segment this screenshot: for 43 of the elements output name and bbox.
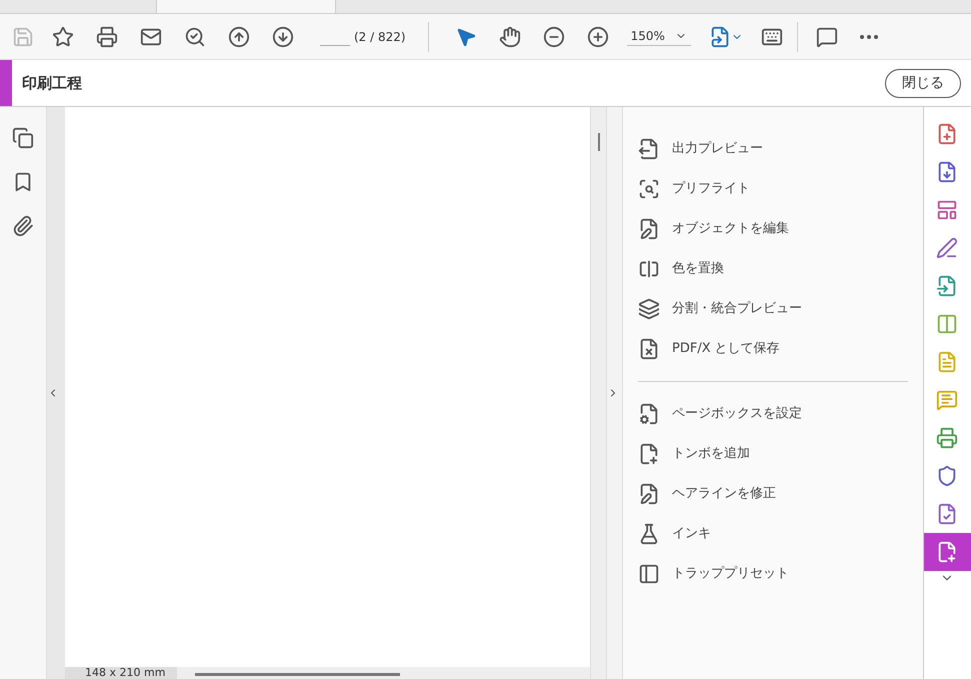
- plus-icon: [586, 26, 609, 48]
- tool-list-item[interactable]: 出力プレビュー: [638, 129, 908, 169]
- more-icon: [860, 34, 878, 38]
- split-square-icon: [638, 258, 660, 280]
- zoom-dropdown[interactable]: 150%: [626, 27, 691, 46]
- page-size-label: 148 x 210 mm: [65, 667, 177, 679]
- tool-list-item[interactable]: PDF/X として保存: [638, 329, 908, 369]
- vertical-scrollbar[interactable]: [598, 133, 600, 151]
- star-icon: [52, 26, 74, 48]
- hand-icon: [498, 26, 521, 48]
- tool-rail-button[interactable]: [924, 533, 970, 571]
- tool-list-item[interactable]: プリフライト: [638, 169, 908, 209]
- document-x-icon: [638, 338, 660, 360]
- arrow-up-icon: [228, 26, 250, 48]
- document-plus-icon: [638, 443, 660, 465]
- tool-list-item[interactable]: 色を置換: [638, 249, 908, 289]
- attachment-icon[interactable]: [12, 215, 34, 237]
- tool-list-item[interactable]: ページボックスを設定: [638, 394, 908, 434]
- speech-bubble-icon: [816, 26, 838, 48]
- horizontal-scrollbar[interactable]: [195, 673, 400, 676]
- minus-icon: [542, 26, 565, 48]
- tool-list-item[interactable]: トラッププリセット: [638, 554, 908, 594]
- page-count: (2 / 822): [354, 28, 406, 46]
- document-output-icon: [638, 138, 660, 160]
- search-icon: [184, 26, 206, 48]
- tool-list-item[interactable]: ヘアラインを修正: [638, 474, 908, 514]
- scan-search-icon: [638, 178, 660, 200]
- printer-icon: [96, 26, 118, 48]
- document-pen-icon: [638, 218, 660, 240]
- pages-icon[interactable]: [12, 127, 34, 149]
- tool-list-item[interactable]: インキ: [638, 514, 908, 554]
- tool-list-item[interactable]: 分割・統合プレビュー: [638, 289, 908, 329]
- tool-title: 印刷工程: [22, 72, 83, 94]
- document-pen-icon: [638, 483, 660, 505]
- panel-icon: [638, 563, 660, 585]
- arrow-down-icon: [272, 26, 294, 48]
- accent-bar: [0, 60, 12, 106]
- tool-list-item[interactable]: オブジェクトを編集: [638, 209, 908, 249]
- flask-icon: [638, 523, 660, 545]
- tool-list-item[interactable]: トンボを追加: [638, 434, 908, 474]
- layers-icon: [638, 298, 660, 320]
- close-button[interactable]: 閉じる: [885, 68, 961, 98]
- document-gear-icon: [638, 403, 660, 425]
